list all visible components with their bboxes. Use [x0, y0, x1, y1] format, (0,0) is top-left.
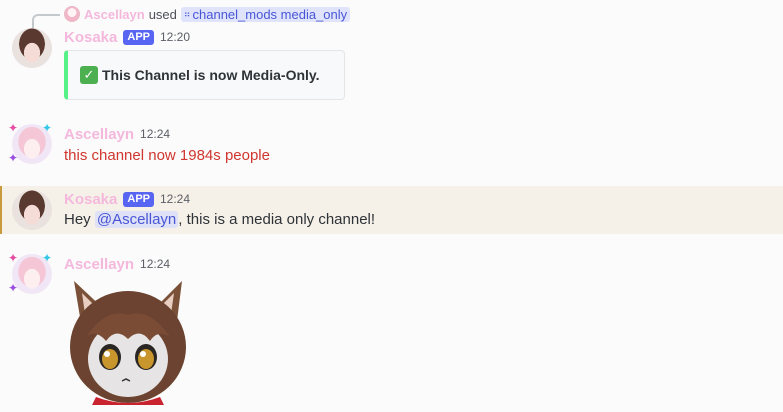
text-after: , this is a media only channel!: [178, 211, 376, 228]
sparkle-icon: ✦: [8, 251, 19, 265]
sparkle-icon: ✦: [42, 251, 53, 265]
timestamp[interactable]: 12:20: [160, 30, 190, 44]
image-attachment[interactable]: [66, 277, 190, 405]
command-icon: ⠶: [183, 8, 191, 19]
kosaka-avatar[interactable]: [12, 28, 52, 68]
username[interactable]: Kosaka: [64, 191, 117, 208]
username[interactable]: Kosaka: [64, 29, 117, 46]
username[interactable]: Ascellayn: [64, 256, 134, 273]
username[interactable]: Ascellayn: [64, 126, 134, 143]
slash-command-pill[interactable]: ⠶ channel_mods media_only: [180, 6, 351, 22]
command-reference[interactable]: Ascellayn used ⠶ channel_mods media_only: [64, 5, 351, 23]
sparkle-icon: ✦: [42, 121, 53, 135]
reply-spine: [32, 14, 60, 28]
sparkle-icon: ✦: [8, 121, 19, 135]
sparkle-icon: ✦: [8, 151, 19, 165]
message-header: Ascellayn 12:24: [64, 255, 170, 273]
kosaka-avatar[interactable]: [12, 190, 52, 230]
message-header: Ascellayn 12:24: [64, 125, 170, 143]
text-before: Hey: [64, 211, 95, 228]
message-header: Kosaka APP 12:20: [64, 28, 190, 46]
embed-text: This Channel is now Media-Only.: [102, 67, 320, 83]
user-mention[interactable]: @Ascellayn: [94, 211, 179, 228]
timestamp[interactable]: 12:24: [140, 257, 170, 271]
reply-used-label: used: [148, 6, 177, 22]
checkmark-icon: ✓: [80, 66, 98, 84]
timestamp[interactable]: 12:24: [140, 127, 170, 141]
timestamp[interactable]: 12:24: [160, 192, 190, 206]
sparkle-icon: ✦: [8, 281, 19, 295]
command-name: channel_mods media_only: [192, 6, 348, 22]
message-header: Kosaka APP 12:24: [64, 190, 190, 208]
message-text: this channel now 1984s people: [64, 147, 270, 164]
message-text: Hey @Ascellayn, this is a media only cha…: [64, 211, 375, 228]
embed-card: ✓ This Channel is now Media-Only.: [64, 50, 345, 100]
reply-avatar[interactable]: [64, 6, 80, 22]
reply-username[interactable]: Ascellayn: [84, 7, 145, 22]
app-badge: APP: [123, 191, 154, 207]
app-badge: APP: [123, 29, 154, 45]
